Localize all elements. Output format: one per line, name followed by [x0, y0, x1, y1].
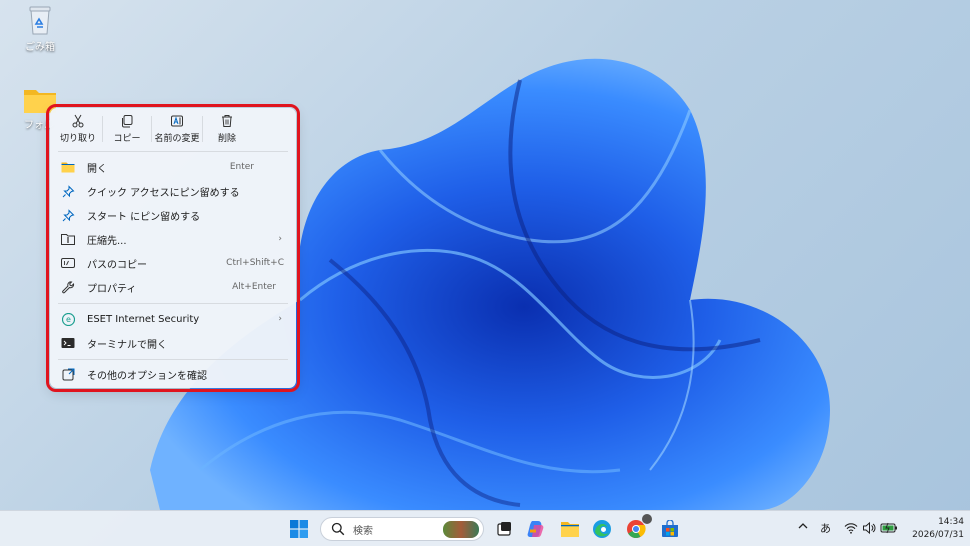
copilot-button[interactable] — [524, 517, 548, 541]
recycle-bin-shortcut[interactable]: ごみ箱 — [12, 4, 68, 53]
system-clock[interactable]: 14:34 2026/07/31 — [906, 516, 964, 542]
file-explorer-icon — [561, 522, 579, 537]
ime-mode-indicator[interactable]: あ — [820, 520, 831, 536]
clock-date: 2026/07/31 — [912, 530, 964, 540]
highlight-outline — [46, 104, 300, 392]
windows-logo-icon — [290, 520, 308, 538]
start-button[interactable] — [287, 517, 311, 541]
search-placeholder: 検索 — [353, 525, 373, 537]
edge-browser-icon — [593, 520, 611, 538]
copilot-icon — [527, 521, 544, 537]
edge-button[interactable] — [590, 517, 614, 541]
clock-time: 14:34 — [938, 517, 964, 527]
file-explorer-button[interactable] — [558, 517, 582, 541]
store-button[interactable] — [658, 517, 682, 541]
chrome-profile-badge — [642, 514, 652, 524]
microsoft-store-icon — [662, 520, 678, 537]
search-highlight-image — [443, 521, 479, 538]
search-icon — [331, 522, 345, 536]
recycle-bin-icon — [29, 6, 51, 35]
wifi-icon[interactable] — [844, 522, 858, 537]
chrome-button[interactable] — [624, 514, 652, 541]
taskbar-search-box[interactable]: 検索 — [320, 517, 484, 541]
tray-overflow-chevron-icon[interactable] — [797, 520, 809, 535]
task-view-button[interactable] — [492, 517, 516, 541]
battery-icon[interactable] — [880, 521, 898, 538]
task-view-icon — [497, 522, 511, 536]
taskbar: 検索 あ 14:34 2026/07/31 — [0, 510, 970, 546]
volume-icon[interactable] — [862, 521, 876, 538]
recycle-bin-label: ごみ箱 — [25, 42, 55, 53]
